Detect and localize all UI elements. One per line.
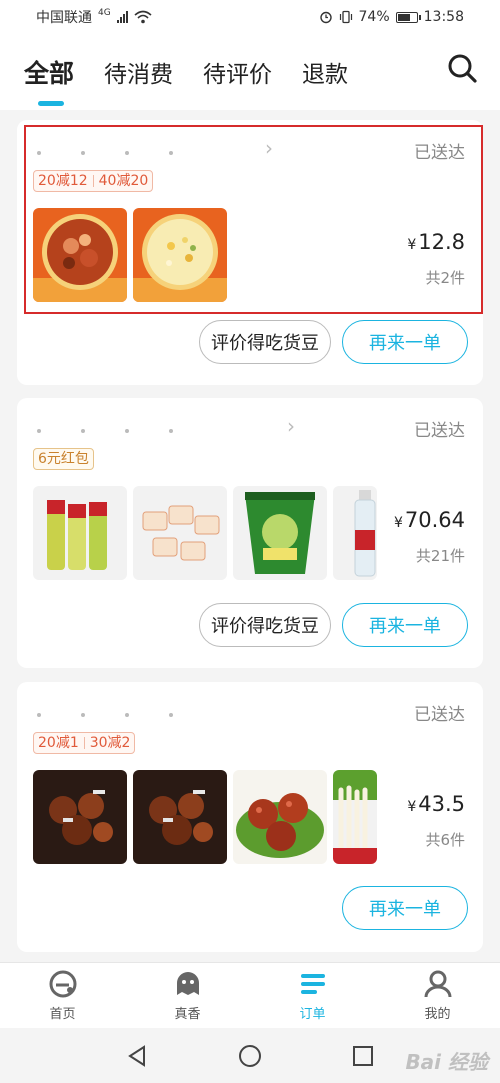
shop-name-blurred	[37, 140, 267, 156]
food-image	[33, 208, 127, 302]
food-image	[33, 770, 127, 864]
noodle-cup-image	[233, 486, 327, 580]
nav-zhenxiang[interactable]: 真香	[125, 963, 250, 1028]
nav-label: 真香	[174, 1007, 201, 1022]
food-image	[133, 770, 227, 864]
promo-tags: 20减1 30减2	[33, 732, 136, 754]
order-status: 已送达	[414, 705, 465, 725]
watermark: Bai 经验	[405, 1050, 488, 1074]
battery-icon	[395, 11, 421, 23]
status-right: 74% 13:58	[319, 9, 464, 25]
item-count: 共6件	[425, 831, 465, 849]
ghost-icon	[176, 972, 199, 995]
home-circle-icon[interactable]	[238, 1044, 262, 1068]
wifi-icon	[134, 10, 152, 24]
reorder-button[interactable]: 再来一单	[342, 886, 468, 930]
shop-name-blurred	[37, 418, 267, 434]
promo-tag: 20减1 30减2	[33, 732, 136, 754]
vibrate-icon	[339, 10, 352, 24]
order-status: 已送达	[414, 421, 465, 441]
tab-to-review[interactable]: 待评价	[203, 55, 272, 89]
reorder-button[interactable]: 再来一单	[342, 603, 468, 647]
order-card[interactable]: › 已送达 6元红包 ¥70.64 共21件 评价得吃货豆 再来一单	[17, 398, 483, 668]
tab-all[interactable]: 全部	[24, 54, 74, 106]
reorder-button[interactable]: 再来一单	[342, 320, 468, 364]
back-icon[interactable]	[125, 1044, 149, 1068]
order-card[interactable]: 已送达 20减1 30减2 ¥43.5 共6件 再来一单	[17, 682, 483, 952]
network-type: 4G	[98, 8, 111, 18]
order-status: 已送达	[414, 143, 465, 163]
status-left: 中国联通 4G	[36, 7, 152, 27]
order-tabs: 全部 待消费 待评价 退款	[0, 34, 500, 110]
order-price: ¥12.8	[407, 230, 465, 254]
battery-percent: 74%	[358, 9, 390, 25]
meatball-image	[233, 770, 327, 864]
promo-tags: 6元红包	[33, 448, 94, 470]
nav-label: 首页	[49, 1007, 76, 1022]
tab-refund[interactable]: 退款	[302, 55, 348, 89]
promo-text: 40减20	[98, 173, 149, 189]
alarm-icon	[319, 11, 332, 24]
person-icon	[424, 970, 451, 998]
promo-tags: 20减12 40减20	[33, 170, 154, 192]
status-bar: 中国联通 4G 74% 13:58	[0, 0, 500, 34]
review-button[interactable]: 评价得吃货豆	[199, 603, 331, 647]
eleme-home-icon	[49, 970, 76, 998]
nav-mine[interactable]: 我的	[375, 963, 500, 1028]
list-icon	[300, 974, 325, 994]
search-icon[interactable]	[446, 52, 478, 84]
item-thumbnails[interactable]	[33, 486, 377, 580]
promo-tag: 6元红包	[33, 448, 94, 470]
clock: 13:58	[423, 9, 464, 25]
shop-name-blurred	[37, 702, 267, 718]
order-price: ¥43.5	[407, 792, 465, 816]
item-thumbnails[interactable]	[33, 770, 377, 864]
promo-text: 6元红包	[38, 451, 89, 467]
promo-tag: 20减12 40减20	[33, 170, 154, 192]
promo-text: 30减2	[89, 735, 131, 751]
snack-image	[133, 486, 227, 580]
item-count: 共21件	[415, 547, 465, 565]
item-thumbnails[interactable]	[33, 208, 227, 302]
review-button[interactable]: 评价得吃货豆	[199, 320, 331, 364]
promo-text: 20减1	[38, 735, 79, 751]
nav-home[interactable]: 首页	[0, 963, 125, 1028]
water-bottle-image	[333, 486, 377, 580]
mushroom-image	[333, 770, 377, 864]
order-price: ¥70.64	[393, 508, 465, 532]
chips-image	[33, 486, 127, 580]
nav-orders[interactable]: 订单	[250, 963, 375, 1028]
recents-icon[interactable]	[351, 1044, 375, 1068]
order-card[interactable]: › 已送达 20减12 40减20 ¥12.8 共2件 评价得吃货豆 再来一单	[17, 120, 483, 385]
item-count: 共2件	[425, 269, 465, 287]
chevron-right-icon[interactable]: ›	[265, 136, 273, 160]
signal-icon	[116, 11, 128, 23]
promo-text: 20减12	[38, 173, 88, 189]
tab-to-consume[interactable]: 待消费	[104, 55, 173, 89]
bottom-nav: 首页 真香 订单 我的	[0, 962, 500, 1028]
nav-label: 我的	[424, 1007, 451, 1022]
food-image	[133, 208, 227, 302]
nav-label: 订单	[299, 1007, 326, 1022]
carrier-name: 中国联通	[36, 10, 92, 26]
chevron-right-icon[interactable]: ›	[287, 414, 295, 438]
